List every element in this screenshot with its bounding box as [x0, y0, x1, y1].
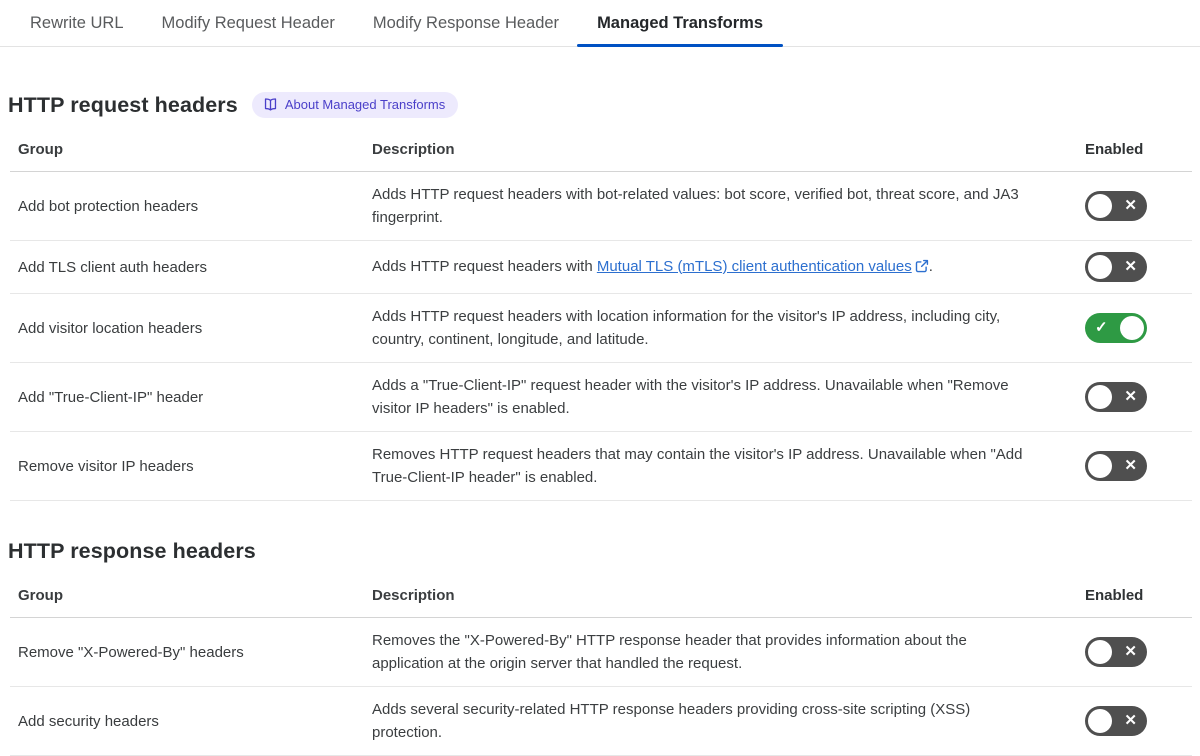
row-group-label: Remove "X-Powered-By" headers: [18, 643, 244, 661]
row-group-label: Add TLS client auth headers: [18, 258, 208, 276]
toggle-knob: [1120, 316, 1144, 340]
table-row-remove-x-powered-by: Remove "X-Powered-By" headers Removes th…: [10, 618, 1192, 687]
transform-rules-tabbar: Rewrite URL Modify Request Header Modify…: [0, 0, 1200, 47]
row-description: Adds several security-related HTTP respo…: [372, 701, 971, 741]
row-group-label: Add security headers: [18, 712, 159, 730]
toggle-add-bot-protection-headers[interactable]: ✕: [1085, 191, 1147, 221]
badge-label: About Managed Transforms: [284, 97, 446, 112]
toggle-knob: [1088, 385, 1112, 409]
request-headers-table: Group Description Enabled Add bot protec…: [10, 132, 1192, 501]
row-group-label: Add bot protection headers: [18, 197, 199, 215]
toggle-remove-visitor-ip-headers[interactable]: ✕: [1085, 451, 1147, 481]
col-header-description: Description: [372, 587, 455, 604]
row-description: Adds a "True-Client-IP" request header w…: [372, 377, 1009, 417]
response-section-title: HTTP response headers: [8, 539, 256, 563]
toggle-knob: [1088, 640, 1112, 664]
toggle-knob: [1088, 454, 1112, 478]
response-headers-table: Group Description Enabled Remove "X-Powe…: [10, 578, 1192, 756]
x-icon: ✕: [1124, 712, 1137, 730]
col-header-enabled: Enabled: [1085, 587, 1144, 604]
x-icon: ✕: [1124, 197, 1137, 215]
tab-modify-request-header[interactable]: Modify Request Header: [162, 0, 335, 46]
tab-modify-response-header[interactable]: Modify Response Header: [373, 0, 559, 46]
x-icon: ✕: [1124, 388, 1137, 406]
table-row-add-security-headers: Add security headers Adds several securi…: [10, 687, 1192, 756]
toggle-knob: [1088, 194, 1112, 218]
toggle-add-tls-client-auth-headers[interactable]: ✕: [1085, 252, 1147, 282]
toggle-knob: [1088, 709, 1112, 733]
row-group-label: Add visitor location headers: [18, 319, 203, 337]
col-header-group: Group: [18, 141, 63, 158]
request-section-title: HTTP request headers: [8, 92, 238, 117]
x-icon: ✕: [1124, 643, 1137, 661]
toggle-add-security-headers[interactable]: ✕: [1085, 706, 1147, 736]
row-group-label: Add "True-Client-IP" header: [18, 388, 204, 406]
external-link-icon: [915, 257, 929, 280]
col-header-description: Description: [372, 141, 455, 158]
table-header-row: Group Description Enabled: [10, 132, 1192, 172]
toggle-add-true-client-ip-header[interactable]: ✕: [1085, 382, 1147, 412]
row-group-label: Remove visitor IP headers: [18, 457, 194, 475]
table-header-row: Group Description Enabled: [10, 578, 1192, 618]
x-icon: ✕: [1124, 457, 1137, 475]
row-description: Adds HTTP request headers with Mutual TL…: [372, 244, 1075, 291]
x-icon: ✕: [1124, 258, 1137, 276]
book-icon: [263, 97, 278, 112]
row-description: Adds HTTP request headers with bot-relat…: [372, 186, 1019, 226]
table-row-tls-client-auth: Add TLS client auth headers Adds HTTP re…: [10, 241, 1192, 294]
table-row-remove-visitor-ip: Remove visitor IP headers Removes HTTP r…: [10, 432, 1192, 501]
response-section-header: HTTP response headers: [8, 539, 1200, 564]
col-header-group: Group: [18, 587, 63, 604]
row-description: Adds HTTP request headers with location …: [372, 308, 1001, 348]
row-description: Removes HTTP request headers that may co…: [372, 446, 1023, 486]
table-row-visitor-location: Add visitor location headers Adds HTTP r…: [10, 294, 1192, 363]
col-header-enabled: Enabled: [1085, 141, 1144, 158]
table-row-bot-protection: Add bot protection headers Adds HTTP req…: [10, 172, 1192, 241]
toggle-remove-x-powered-by-headers[interactable]: ✕: [1085, 637, 1147, 667]
request-section-header: HTTP request headers About Managed Trans…: [8, 92, 1200, 118]
row-description: Removes the "X-Powered-By" HTTP response…: [372, 632, 967, 672]
table-row-true-client-ip: Add "True-Client-IP" header Adds a "True…: [10, 363, 1192, 432]
desc-text: .: [928, 257, 933, 275]
about-managed-transforms-badge[interactable]: About Managed Transforms: [251, 92, 459, 118]
desc-text: Adds HTTP request headers with: [372, 257, 597, 275]
mtls-docs-link[interactable]: Mutual TLS (mTLS) client authentication …: [597, 258, 912, 275]
tab-rewrite-url[interactable]: Rewrite URL: [30, 0, 124, 46]
check-icon: ✓: [1095, 319, 1108, 337]
toggle-knob: [1088, 255, 1112, 279]
tab-managed-transforms[interactable]: Managed Transforms: [577, 0, 783, 47]
toggle-add-visitor-location-headers[interactable]: ✓: [1085, 313, 1147, 343]
